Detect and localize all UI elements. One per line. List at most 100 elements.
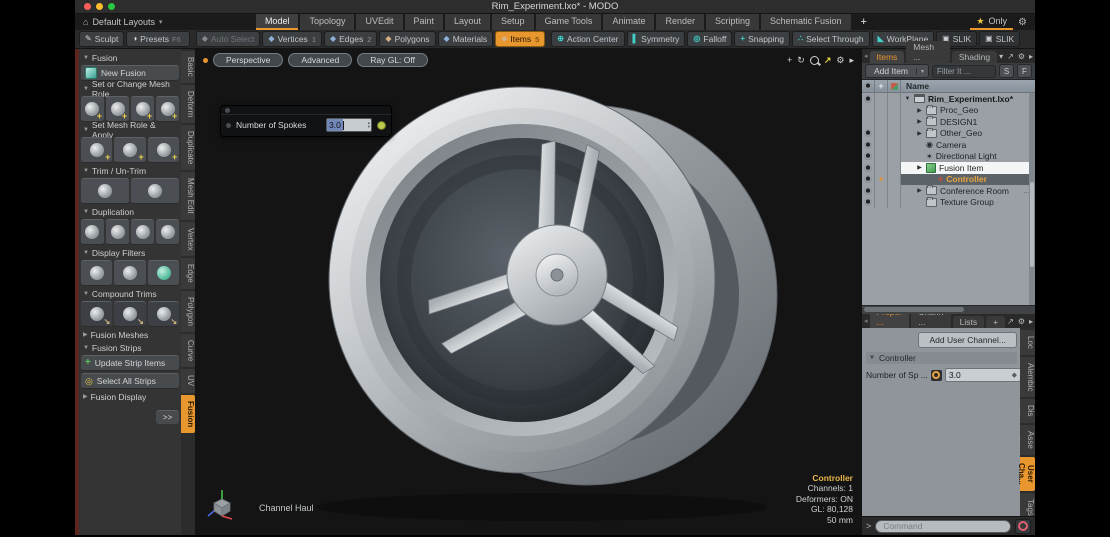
- menu-tab-uvedit[interactable]: UVEdit: [356, 14, 403, 30]
- favorites-filter-button[interactable]: F: [1017, 64, 1032, 78]
- duplication-tool-3[interactable]: [131, 219, 155, 245]
- properties-side-tab-user-cha[interactable]: User Cha...: [1017, 456, 1035, 491]
- section-header-compound-trims[interactable]: ▼ Compound Trims: [81, 288, 179, 299]
- mesh-role-apply-tool-3[interactable]: +: [147, 137, 180, 163]
- toolbar-snapping-button[interactable]: + Snapping: [734, 31, 790, 47]
- scrollbar-thumb[interactable]: [1030, 182, 1034, 267]
- sidebar-tab-mesh-edit[interactable]: Mesh Edit: [181, 172, 196, 220]
- compound-trims-tool-3[interactable]: ↘: [147, 301, 180, 327]
- set-mesh-role-tool-3[interactable]: +: [131, 96, 155, 122]
- mesh-role-apply-tool-1[interactable]: +: [80, 137, 113, 163]
- layout-switcher[interactable]: ⌂ Default Layouts ▾: [75, 14, 171, 30]
- items-panel-tab-shading[interactable]: Shading: [951, 51, 998, 63]
- tree-row-camera[interactable]: ◉ Camera: [862, 139, 1035, 151]
- menu-tab-render[interactable]: Render: [656, 14, 704, 30]
- tree-row-fusion-item[interactable]: ▶ Fusion Item: [862, 162, 1035, 174]
- value-spinner-icon[interactable]: ◆: [1012, 371, 1017, 379]
- pan-icon[interactable]: +: [787, 55, 792, 65]
- chevron-down-icon[interactable]: ▾: [999, 52, 1003, 61]
- viewport-menu-dot-icon[interactable]: [203, 57, 208, 63]
- command-input[interactable]: [875, 519, 1011, 533]
- display-filters-tool-1[interactable]: [80, 260, 113, 286]
- mesh-role-apply-tool-2[interactable]: +: [114, 137, 146, 163]
- sidebar-tab-polygon[interactable]: Polygon: [181, 291, 196, 333]
- set-mesh-role-tool-1[interactable]: +: [80, 96, 105, 122]
- number-of-spokes-input[interactable]: 3.0 ▴ ▾: [326, 118, 372, 132]
- maximize-window-button[interactable]: [108, 3, 115, 10]
- toolbar-select-through-button[interactable]: ∴ Select Through: [792, 31, 870, 47]
- scrollbar-thumb[interactable]: [864, 307, 965, 312]
- panel-collapse-icon[interactable]: ◂: [864, 317, 868, 325]
- section-header-fusion-meshes[interactable]: ▶ Fusion Meshes: [81, 329, 179, 340]
- only-toggle[interactable]: ★ Only: [970, 14, 1014, 30]
- tree-row-other-geo[interactable]: ▶ Other_Geo: [862, 127, 1035, 140]
- spinner-control[interactable]: ▴ ▾: [368, 120, 371, 129]
- tree-horizontal-scrollbar[interactable]: [862, 305, 1035, 314]
- sidebar-tab-uv[interactable]: UV: [181, 369, 196, 393]
- toolbar-presets-button[interactable]: ◑ Presets F6: [126, 31, 190, 47]
- items-panel-tab-mesh[interactable]: Mesh ...: [906, 41, 950, 63]
- controller-section-header[interactable]: ▼ Controller: [866, 352, 1017, 364]
- menu-tab-paint[interactable]: Paint: [404, 14, 444, 30]
- compound-trims-tool-2[interactable]: ↘: [114, 301, 146, 327]
- add-user-channel-button[interactable]: Add User Channel...: [918, 332, 1017, 348]
- visibility-cell[interactable]: [862, 104, 875, 116]
- tree-row-proc-geo[interactable]: ▶ Proc_Geo: [862, 104, 1035, 116]
- item-name-cell[interactable]: ▶ Other_Geo: [901, 127, 1035, 140]
- visibility-cell[interactable]: [862, 139, 875, 151]
- orbit-icon[interactable]: ↻: [797, 55, 805, 66]
- menu-tab-game-tools[interactable]: Game Tools: [535, 14, 602, 30]
- dialog-grip[interactable]: [221, 106, 391, 115]
- triangle-right-icon[interactable]: ▶: [916, 164, 923, 171]
- tree-row-conference-room[interactable]: ▶ Conference Room...: [862, 185, 1035, 197]
- menu-tab-topology[interactable]: Topology: [300, 14, 355, 30]
- menu-tab-scripting[interactable]: Scripting: [706, 14, 760, 30]
- visibility-cell[interactable]: [862, 116, 875, 128]
- toolbar-polygons-button[interactable]: ◆ Polygons: [379, 31, 436, 47]
- render-column-header[interactable]: [888, 80, 901, 92]
- viewport-advanced-button[interactable]: Advanced: [288, 53, 353, 67]
- property-value-input[interactable]: [944, 368, 1021, 382]
- toolbar-edges-button[interactable]: ◆ Edges 2: [323, 31, 378, 47]
- item-name-cell[interactable]: ▶ Conference Room...: [901, 185, 1035, 197]
- record-macro-button[interactable]: [1015, 518, 1031, 534]
- panel-collapse-icon[interactable]: ◂: [864, 52, 868, 60]
- viewport-3d[interactable]: Perspective Advanced Ray GL: Off + ↻ ↗ ⚙ ▸ Num…: [197, 49, 860, 535]
- sidebar-tab-curve[interactable]: Curve: [181, 334, 196, 368]
- sidebar-tab-duplicate[interactable]: Duplicate: [181, 124, 196, 171]
- number-of-spokes-dialog[interactable]: Number of Spokes 3.0 ▴ ▾: [220, 105, 392, 137]
- visibility-cell[interactable]: [862, 127, 875, 139]
- triangle-right-icon[interactable]: ▶: [916, 107, 923, 114]
- item-name-cell[interactable]: ▶ DESIGN1: [901, 116, 1035, 128]
- section-header-fusion[interactable]: ▼ Fusion: [81, 52, 179, 63]
- pop-out-icon[interactable]: ↗: [1007, 52, 1014, 61]
- item-name-cell[interactable]: ◉ Camera: [901, 139, 1035, 151]
- tree-row-controller[interactable]: + + Controller: [862, 173, 1035, 185]
- viewport-ray-gl-off-button[interactable]: Ray GL: Off: [357, 53, 428, 67]
- section-header-display-filters[interactable]: ▼ Display Filters: [81, 247, 179, 258]
- triangle-right-icon[interactable]: ▶: [916, 187, 923, 194]
- item-name-cell[interactable]: ▼ Rim_Experiment.lxo*: [901, 93, 1035, 105]
- toolbar-auto-select-button[interactable]: ◆ Auto Select: [195, 31, 261, 47]
- add-item-dropdown-icon[interactable]: ▾: [916, 67, 928, 75]
- set-mesh-role-tool-4[interactable]: +: [156, 96, 180, 122]
- gear-icon[interactable]: ⚙: [1018, 17, 1027, 28]
- properties-side-tab-loc[interactable]: Loc ...: [1017, 330, 1035, 355]
- item-name-cell[interactable]: ▶ Fusion Item: [901, 162, 1035, 174]
- toolbar-items-button[interactable]: ◆ Items 5: [495, 31, 546, 47]
- toolbar-sculpt-button[interactable]: ✎ Sculpt: [79, 31, 125, 47]
- visibility-cell[interactable]: [862, 150, 875, 162]
- add-column-header[interactable]: +: [875, 80, 888, 92]
- pop-out-icon[interactable]: ↗: [1007, 317, 1014, 326]
- channel-link-icon[interactable]: [930, 369, 942, 381]
- add-workspace-tab-button[interactable]: +: [851, 14, 877, 30]
- tree-row-design1[interactable]: ▶ DESIGN1: [862, 116, 1035, 128]
- item-name-cell[interactable]: ✶ Directional Light: [901, 151, 1035, 163]
- items-panel-tab-items[interactable]: Items: [869, 51, 905, 63]
- toolbar-symmetry-button[interactable]: ▌ Symmetry: [626, 31, 686, 47]
- scope-filter-button[interactable]: S: [999, 64, 1014, 78]
- set-mesh-role-tool-2[interactable]: +: [106, 96, 130, 122]
- sidebar-tab-fusion[interactable]: Fusion: [181, 394, 196, 433]
- eye-icon[interactable]: [864, 198, 872, 207]
- eye-icon[interactable]: [864, 186, 872, 195]
